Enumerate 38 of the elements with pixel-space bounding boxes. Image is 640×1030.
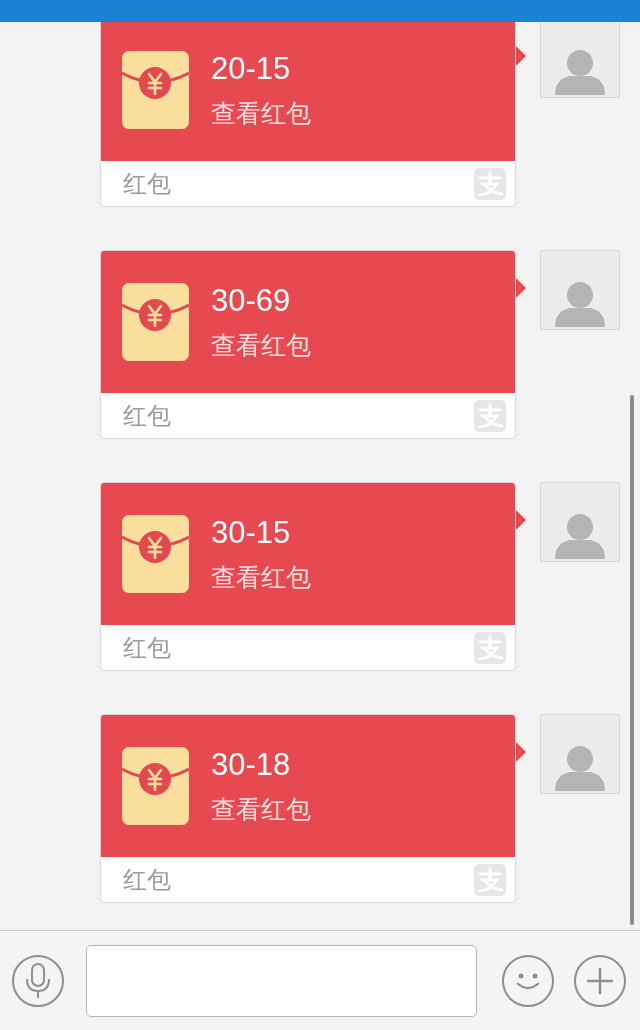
envelope-label: 红包 bbox=[123, 168, 171, 200]
envelope-title: 30-15 bbox=[211, 514, 292, 552]
view-envelope-text: 查看红包 bbox=[211, 330, 311, 362]
message-input-field[interactable] bbox=[86, 944, 477, 1017]
envelope-icon bbox=[122, 515, 189, 593]
money-envelope-message[interactable]: 30-15 查看红包 红包 bbox=[100, 482, 516, 671]
payment-logo-icon bbox=[474, 167, 506, 200]
view-envelope-text: 查看红包 bbox=[211, 794, 311, 826]
bubble-tail-icon bbox=[516, 278, 526, 298]
envelope-label: 红包 bbox=[123, 864, 171, 896]
payment-logo-icon bbox=[474, 631, 506, 664]
money-envelope-message[interactable]: 20-15 查看红包 红包 bbox=[100, 22, 516, 207]
money-envelope-message[interactable]: 30-18 查看红包 红包 bbox=[100, 714, 516, 903]
user-avatar[interactable] bbox=[540, 714, 620, 794]
view-envelope-text: 查看红包 bbox=[211, 98, 311, 130]
user-avatar[interactable] bbox=[540, 22, 620, 98]
plus-icon bbox=[585, 965, 615, 996]
microphone-icon bbox=[25, 962, 51, 999]
bubble-tail-icon bbox=[516, 742, 526, 762]
user-avatar[interactable] bbox=[540, 482, 620, 562]
payment-logo-icon bbox=[474, 399, 506, 432]
view-envelope-text: 查看红包 bbox=[211, 562, 311, 594]
envelope-label: 红包 bbox=[123, 632, 171, 664]
voice-button[interactable] bbox=[12, 954, 64, 1007]
envelope-icon bbox=[122, 747, 189, 825]
plus-button[interactable] bbox=[574, 954, 626, 1007]
envelope-icon bbox=[122, 283, 189, 361]
emoji-button[interactable] bbox=[502, 954, 554, 1007]
bubble-tail-icon bbox=[516, 46, 526, 66]
envelope-label: 红包 bbox=[123, 400, 171, 432]
bubble-tail-icon bbox=[516, 510, 526, 530]
envelope-icon bbox=[122, 51, 189, 129]
envelope-title: 30-18 bbox=[211, 746, 292, 784]
user-avatar[interactable] bbox=[540, 250, 620, 330]
envelope-title: 20-15 bbox=[211, 50, 292, 88]
payment-logo-icon bbox=[474, 863, 506, 896]
money-envelope-message[interactable]: 30-69 查看红包 红包 bbox=[100, 250, 516, 439]
envelope-title: 30-69 bbox=[211, 282, 292, 320]
